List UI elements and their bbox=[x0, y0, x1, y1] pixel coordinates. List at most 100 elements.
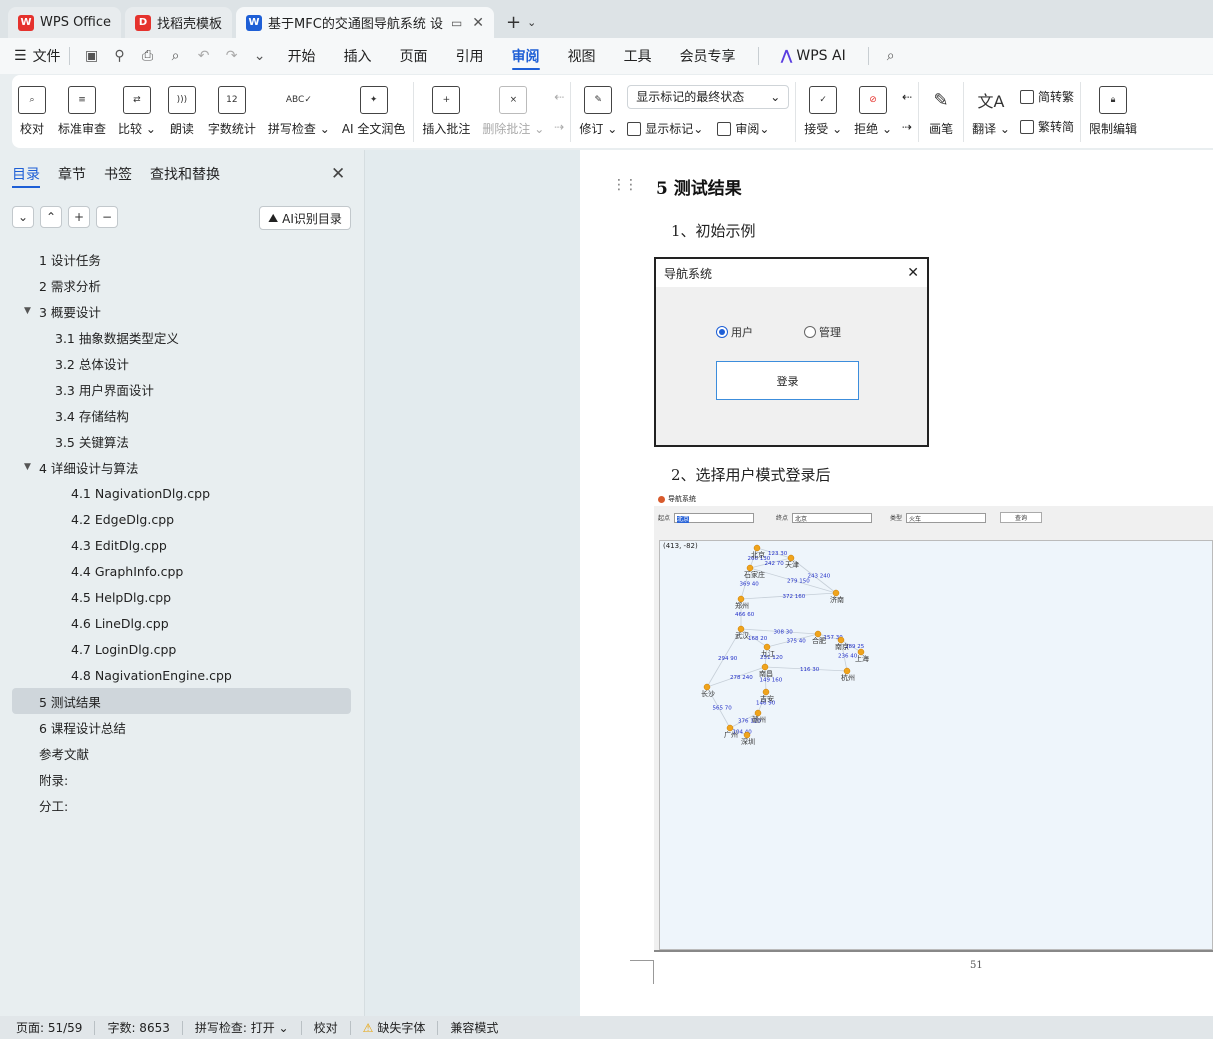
toc-item[interactable]: 1 设计任务 bbox=[12, 246, 351, 272]
menu-bar: ☰ 文件 ▣ ⚲ ⎙ ⌕ ↶ ↷ ⌄ 开始 插入 页面 引用 审阅 视图 工具 会… bbox=[0, 38, 1213, 74]
toc-item[interactable]: 4.2 EdgeDlg.cpp bbox=[12, 506, 351, 532]
toc-item[interactable]: 4.1 NagivationDlg.cpp bbox=[12, 480, 351, 506]
toc-item[interactable]: 4.4 GraphInfo.cpp bbox=[12, 558, 351, 584]
nav-tab-toc[interactable]: 目录 bbox=[12, 164, 40, 188]
toc-item[interactable]: 3.3 用户界面设计 bbox=[12, 376, 351, 402]
save-icon[interactable]: ▣ bbox=[81, 45, 103, 67]
read-aloud-button[interactable]: ))) 朗读 bbox=[162, 75, 202, 148]
spell-check-indicator[interactable]: 拼写检查: 打开 ⌄ bbox=[195, 1019, 301, 1036]
menu-tab-reference[interactable]: 引用 bbox=[456, 38, 484, 74]
toc-item[interactable]: 4.3 EditDlg.cpp bbox=[12, 532, 351, 558]
tab-docer[interactable]: D 找稻壳模板 bbox=[125, 7, 233, 38]
search-icon[interactable]: ⌕ bbox=[880, 45, 902, 67]
expand-down-button[interactable]: ⌄ bbox=[12, 206, 34, 228]
toc-item[interactable]: ▼ 4 详细设计与算法 bbox=[12, 454, 351, 480]
simplified-to-traditional-button[interactable]: 简转繁 bbox=[1019, 87, 1074, 107]
menu-tab-view[interactable]: 视图 bbox=[568, 38, 596, 74]
prev-comment-icon[interactable]: ⇠ bbox=[554, 87, 564, 107]
insert-comment-button[interactable]: + 插入批注 bbox=[416, 75, 476, 148]
pen-button[interactable]: ✎ 画笔 bbox=[921, 75, 961, 148]
toc-item[interactable]: 4.7 LoginDlg.cpp bbox=[12, 636, 351, 662]
toc-item[interactable]: ▼ 3 概要设计 bbox=[12, 298, 351, 324]
nav-tab-sections[interactable]: 章节 bbox=[58, 164, 86, 184]
next-change-icon[interactable]: ⇢ bbox=[902, 117, 912, 137]
missing-font-indicator[interactable]: ⚠ 缺失字体 bbox=[363, 1019, 438, 1036]
word-count-button[interactable]: 12 字数统计 bbox=[202, 75, 262, 148]
toc-item[interactable]: 附录: bbox=[12, 766, 351, 792]
tab-bar: W WPS Office D 找稻壳模板 W 基于MFC的交通图导航系统 设 ▭… bbox=[0, 0, 1213, 38]
end-select: 北京 bbox=[792, 512, 873, 523]
standard-review-icon: ≡ bbox=[68, 86, 96, 114]
toc-item[interactable]: 3.1 抽象数据类型定义 bbox=[12, 324, 351, 350]
close-tab-icon[interactable]: ✕ bbox=[472, 15, 484, 31]
drag-handle-icon[interactable]: ⋮⋮ bbox=[612, 177, 638, 193]
more-chevron-icon[interactable]: ⌄ bbox=[249, 45, 271, 67]
show-markup-button[interactable]: 显示标记 ⌄ bbox=[627, 119, 703, 139]
toc-item-label: 参考文献 bbox=[39, 746, 90, 762]
toc-item[interactable]: 参考文献 bbox=[12, 740, 351, 766]
redo-icon[interactable]: ↷ bbox=[221, 45, 243, 67]
print-icon[interactable]: ⎙ bbox=[137, 45, 159, 67]
city-label: 石家庄 bbox=[744, 570, 765, 579]
toc-item-label: 3.4 存储结构 bbox=[55, 408, 129, 424]
translate-button[interactable]: 文A 翻译 ⌄ bbox=[966, 75, 1016, 148]
print-preview-icon[interactable]: ⌕ bbox=[165, 45, 187, 67]
toc-item[interactable]: 3.4 存储结构 bbox=[12, 402, 351, 428]
page-indicator[interactable]: 页面: 51/59 bbox=[16, 1019, 94, 1036]
word-count-indicator[interactable]: 字数: 8653 bbox=[107, 1019, 181, 1036]
prev-change-icon[interactable]: ⇠ bbox=[902, 87, 912, 107]
expand-arrow-icon[interactable]: ▼ bbox=[24, 462, 31, 472]
toc-item[interactable]: 2 需求分析 bbox=[12, 272, 351, 298]
toc-item[interactable]: 分工: bbox=[12, 792, 351, 818]
radio-admin: 管理 bbox=[804, 324, 841, 340]
toc-item[interactable]: 4.8 NagivationEngine.cpp bbox=[12, 662, 351, 688]
menu-tab-tools[interactable]: 工具 bbox=[624, 38, 652, 74]
traditional-to-simplified-button[interactable]: 繁转简 bbox=[1019, 117, 1074, 137]
undo-icon[interactable]: ↶ bbox=[193, 45, 215, 67]
spell-check-button[interactable]: ABC✓ 拼写检查 ⌄ bbox=[262, 75, 336, 148]
reject-button[interactable]: ⊘ 拒绝 ⌄ bbox=[848, 75, 898, 148]
city-label: 广州 bbox=[724, 730, 738, 739]
wps-ai-button[interactable]: ⋀ WPS AI bbox=[781, 38, 846, 74]
toc-item[interactable]: 4.6 LineDlg.cpp bbox=[12, 610, 351, 636]
next-comment-icon[interactable]: ⇢ bbox=[554, 117, 564, 137]
toc-item[interactable]: 3.2 总体设计 bbox=[12, 350, 351, 376]
tab-wps-office[interactable]: W WPS Office bbox=[8, 7, 122, 38]
collapse-up-button[interactable]: ⌃ bbox=[40, 206, 62, 228]
compare-button[interactable]: ⇄ 比较 ⌄ bbox=[112, 75, 162, 148]
close-panel-icon[interactable]: ✕ bbox=[331, 164, 345, 184]
remove-heading-button[interactable]: − bbox=[96, 206, 118, 228]
expand-arrow-icon[interactable]: ▼ bbox=[24, 306, 31, 316]
standard-review-button[interactable]: ≡ 标准审查 bbox=[52, 75, 112, 148]
link-icon[interactable]: ⚲ bbox=[109, 45, 131, 67]
revise-button[interactable]: ✎ 修订 ⌄ bbox=[573, 75, 623, 148]
delete-comment-button[interactable]: × 删除批注 ⌄ bbox=[476, 75, 550, 148]
ai-polish-button[interactable]: ✦ AI 全文润色 bbox=[336, 75, 412, 148]
graph-svg: 123 30266 130242 70243 240369 40 279 1503… bbox=[701, 544, 869, 746]
document-page[interactable]: ⋮⋮ 5 测试结果 1、初始示例 导航系统 ✕ 用户 管理 登录 2、选择用户模式… bbox=[580, 150, 1213, 1016]
menu-tab-page[interactable]: 页面 bbox=[400, 38, 428, 74]
toc-item[interactable]: 5 测试结果 bbox=[12, 688, 351, 714]
restrict-edit-button[interactable]: 🔒︎ 限制编辑 bbox=[1083, 75, 1143, 148]
ai-toc-button[interactable]: ⛰︎ AI识别目录 bbox=[259, 206, 351, 230]
add-heading-button[interactable]: + bbox=[68, 206, 90, 228]
menu-tab-insert[interactable]: 插入 bbox=[344, 38, 372, 74]
nav-tab-bookmarks[interactable]: 书签 bbox=[104, 164, 132, 184]
file-menu[interactable]: ☰ 文件 bbox=[14, 46, 61, 66]
markup-state-dropdown[interactable]: 显示标记的最终状态 ⌄ bbox=[627, 84, 790, 109]
accept-button[interactable]: ✓ 接受 ⌄ bbox=[798, 75, 848, 148]
proofread-button[interactable]: ⌕ 校对 bbox=[12, 75, 52, 148]
review-pane-button[interactable]: 审阅 ⌄ bbox=[717, 119, 769, 139]
menu-tab-review[interactable]: 审阅 bbox=[511, 38, 540, 74]
toc-item[interactable]: 6 课程设计总结 bbox=[12, 714, 351, 740]
menu-tab-home[interactable]: 开始 bbox=[288, 38, 316, 74]
compat-mode-indicator: 兼容模式 bbox=[450, 1021, 499, 1035]
toc-item[interactable]: 4.5 HelpDlg.cpp bbox=[12, 584, 351, 610]
nav-tab-find-replace[interactable]: 查找和替换 bbox=[150, 164, 220, 184]
tab-document[interactable]: W 基于MFC的交通图导航系统 设 ▭ ✕ bbox=[236, 7, 495, 38]
menu-tab-member[interactable]: 会员专享 bbox=[680, 38, 736, 74]
proof-indicator[interactable]: 校对 bbox=[314, 1019, 350, 1036]
new-tab-button[interactable]: + ⌄ bbox=[498, 7, 544, 38]
toc-controls: ⌄ ⌃ + − bbox=[12, 206, 118, 228]
toc-item[interactable]: 3.5 关键算法 bbox=[12, 428, 351, 454]
